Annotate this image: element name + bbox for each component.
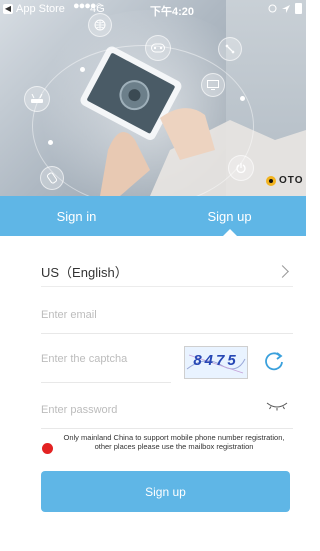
registration-notice: Only mainland China to support mobile ph… xyxy=(63,433,285,451)
satellite-icon xyxy=(218,37,242,61)
power-icon xyxy=(228,155,254,181)
tab-sign-up[interactable]: Sign up xyxy=(153,196,306,236)
orbit-dot xyxy=(240,96,245,101)
sign-up-button[interactable]: Sign up xyxy=(41,471,290,512)
network-type: 4G xyxy=(90,3,105,15)
eye-closed-icon[interactable] xyxy=(266,400,288,412)
captcha-image[interactable]: 8475 xyxy=(184,346,248,379)
status-bar: ◀ App Store ●●●●○ 4G 下午4:20 xyxy=(0,0,306,20)
orbit-dot xyxy=(48,140,53,145)
remote-icon xyxy=(40,166,64,190)
status-indicators xyxy=(268,3,302,14)
brand-mark-icon xyxy=(266,175,276,186)
email-field[interactable] xyxy=(41,308,286,322)
status-time: 下午4:20 xyxy=(150,6,195,18)
location-icon xyxy=(282,4,290,13)
orbit-ring xyxy=(32,45,254,196)
router-icon xyxy=(24,86,50,112)
tab-sign-in[interactable]: Sign in xyxy=(0,196,153,236)
hero-banner: ◀ App Store ●●●●○ 4G 下午4:20 OTO xyxy=(0,0,306,196)
auth-tabs: Sign in Sign up xyxy=(0,196,306,236)
screen-icon xyxy=(201,73,225,97)
gamepad-icon xyxy=(145,35,171,61)
status-carrier: App Store xyxy=(16,3,65,15)
back-to-app-icon[interactable]: ◀ xyxy=(3,4,13,14)
notice-indicator-icon xyxy=(42,443,53,454)
battery-icon xyxy=(295,3,302,14)
captcha-underline xyxy=(41,382,171,383)
email-underline xyxy=(41,333,293,334)
orbit-dot xyxy=(80,67,85,72)
brand-logo: OTO xyxy=(266,175,303,186)
password-underline xyxy=(41,428,293,429)
orientation-lock-icon xyxy=(268,4,277,13)
chevron-right-icon xyxy=(276,264,289,278)
region-selector[interactable]: US（English） xyxy=(41,256,293,287)
region-label: US（English） xyxy=(41,264,128,280)
password-field[interactable] xyxy=(41,403,251,417)
captcha-field[interactable] xyxy=(41,352,169,366)
brand-name: OTO xyxy=(279,175,304,186)
captcha-code: 8475 xyxy=(193,352,239,369)
refresh-captcha-icon[interactable] xyxy=(263,350,285,372)
